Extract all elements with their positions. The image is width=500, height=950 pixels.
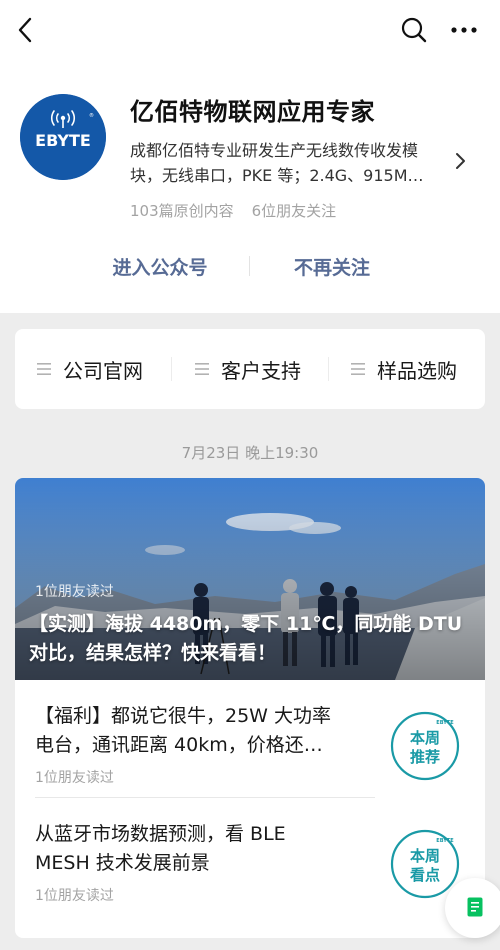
more-dots-icon [451, 27, 477, 33]
hero-title: 【实测】海拔 4480m，零下 11℃，同功能 DTU 对比，结果怎样？快来看看… [29, 610, 475, 668]
svg-text:®: ® [89, 112, 94, 119]
articles-count: 103篇原创内容 [130, 202, 234, 220]
badge-label-line: 本周 [410, 847, 440, 865]
badge-label-line: 推荐 [410, 748, 440, 766]
account-profile[interactable]: ® EBYTE 亿佰特物联网应用专家 成都亿佰特专业研发生产无线数传收发模 块，… [0, 86, 500, 236]
article-title-line: MESH 技术发展前景 [35, 852, 210, 874]
badge-logo-text: EBYTE [436, 720, 454, 726]
menu-item-support[interactable]: 客户支持 [195, 329, 301, 409]
menu-divider [171, 357, 172, 381]
menu-item-label: 客户支持 [221, 358, 301, 383]
avatar: ® EBYTE [20, 94, 106, 180]
menu-divider [328, 357, 329, 381]
account-menu: 公司官网 客户支持 样品选购 [15, 329, 485, 409]
menu-lines-icon [195, 363, 209, 375]
badge-logo-text: EBYTE [436, 838, 454, 844]
menu-lines-icon [37, 363, 51, 375]
ebyte-logo: ® EBYTE [20, 94, 106, 180]
floating-note-button[interactable] [445, 878, 500, 938]
article-title-line: 【福利】都说它很牛，25W 大功率 [35, 705, 332, 727]
document-icon [467, 897, 483, 917]
article-title-line: 电台，通讯距离 40km，价格还… [35, 734, 323, 756]
badge-label-line: 看点 [410, 866, 440, 884]
account-description: 成都亿佰特专业研发生产无线数传收发模 块，无线串口，PKE 等；2.4G、915… [130, 138, 450, 188]
account-header: ® EBYTE 亿佰特物联网应用专家 成都亿佰特专业研发生产无线数传收发模 块，… [0, 0, 500, 313]
search-icon [401, 17, 427, 43]
badge-label-line: 本周 [410, 729, 440, 747]
back-button[interactable] [6, 10, 46, 50]
unfollow-button[interactable]: 不再关注 [242, 246, 422, 286]
menu-item-samples[interactable]: 样品选购 [351, 329, 457, 409]
friends-following: 6位朋友关注 [251, 202, 337, 220]
hero-article[interactable]: 1位朋友读过 【实测】海拔 4480m，零下 11℃，同功能 DTU 对比，结果… [15, 478, 485, 680]
article-item[interactable]: 从蓝牙市场数据预测，看 BLE MESH 技术发展前景 1位朋友读过 EBYTE… [15, 798, 485, 916]
chevron-right-icon [456, 153, 465, 169]
menu-lines-icon [351, 363, 365, 375]
account-stats: 103篇原创内容 6位朋友关注 [130, 200, 336, 221]
article-item[interactable]: 【福利】都说它很牛，25W 大功率 电台，通讯距离 40km，价格还… 1位朋友… [15, 680, 485, 798]
menu-item-label: 公司官网 [63, 358, 143, 383]
account-actions: 进入公众号 不再关注 [0, 246, 500, 286]
feed-date: 7月23日 晚上19:30 [181, 444, 319, 462]
menu-item-label: 样品选购 [377, 358, 457, 383]
hero-read-count: 1位朋友读过 [35, 584, 114, 600]
article-read-count: 1位朋友读过 [35, 888, 114, 904]
more-button[interactable] [444, 10, 484, 50]
chevron-left-icon [18, 17, 32, 43]
enter-account-button[interactable]: 进入公众号 [70, 246, 250, 286]
article-title: 【福利】都说它很牛，25W 大功率 电台，通讯距离 40km，价格还… [35, 702, 365, 760]
article-group: 1位朋友读过 【实测】海拔 4480m，零下 11℃，同功能 DTU 对比，结果… [15, 478, 485, 938]
menu-item-website[interactable]: 公司官网 [37, 329, 143, 409]
search-button[interactable] [394, 10, 434, 50]
article-title-line: 从蓝牙市场数据预测，看 BLE [35, 823, 286, 845]
account-description-line: 块，无线串口，PKE 等；2.4G、915M… [130, 166, 424, 185]
account-description-line: 成都亿佰特专业研发生产无线数传收发模 [130, 141, 419, 160]
article-thumbnail: EBYTE 本周 推荐 [390, 711, 460, 781]
article-read-count: 1位朋友读过 [35, 770, 114, 786]
account-name: 亿佰特物联网应用专家 [130, 98, 375, 126]
logo-text: EBYTE [35, 131, 91, 150]
hero-title-line: 对比，结果怎样？快来看看！ [29, 642, 277, 664]
article-title: 从蓝牙市场数据预测，看 BLE MESH 技术发展前景 [35, 820, 365, 878]
nav-bar [0, 0, 500, 62]
hero-title-line: 【实测】海拔 4480m，零下 11℃，同功能 DTU [29, 613, 463, 635]
